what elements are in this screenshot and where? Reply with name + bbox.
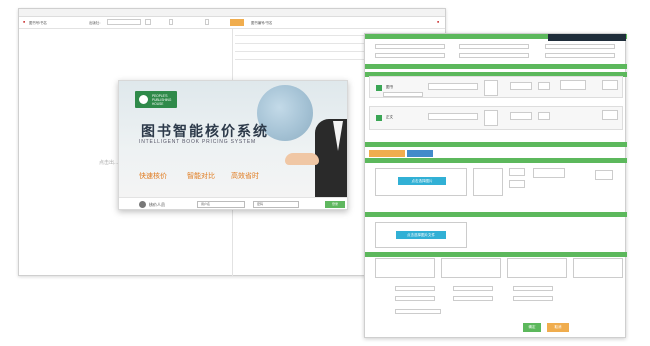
book-price-2[interactable] <box>602 110 618 120</box>
text-area-3[interactable] <box>507 258 567 278</box>
book-btn-2[interactable] <box>510 112 532 120</box>
section-bar-5 <box>365 212 627 217</box>
upload-button-2[interactable]: 点击选择图片文件 <box>396 231 446 239</box>
upload-button-1[interactable]: 点击选择图片 <box>398 177 446 185</box>
bottom-select[interactable] <box>395 309 441 314</box>
businessman-image <box>315 119 347 199</box>
username-field[interactable]: 用户名 <box>197 201 245 208</box>
option-3[interactable] <box>533 168 565 178</box>
logo-line-3: HOUSE <box>152 102 164 106</box>
section-bar-1 <box>365 64 627 69</box>
book-btn-1[interactable] <box>510 82 532 90</box>
section-bar-6 <box>365 252 627 257</box>
tab-2[interactable] <box>407 150 433 157</box>
book-val-1[interactable] <box>538 82 550 90</box>
splash-hero: PEOPLE'S PUBLISHING HOUSE 图书智能核价系统 INTEL… <box>119 81 347 199</box>
hand-image <box>285 153 319 165</box>
qty-stepper-2[interactable] <box>484 110 498 126</box>
right-header: 图书编号/书名 <box>251 21 273 25</box>
toggle-box[interactable] <box>145 19 151 25</box>
bottom-field-4[interactable] <box>395 296 435 301</box>
text-area-1[interactable] <box>375 258 435 278</box>
front-dark-header <box>548 34 626 41</box>
book-val-2[interactable] <box>538 112 550 120</box>
upload-thumb <box>473 168 503 196</box>
status-label: 出版社： <box>89 21 103 25</box>
field-4[interactable] <box>375 53 445 58</box>
book-check-2[interactable] <box>376 115 382 121</box>
book-select-2[interactable] <box>428 113 478 120</box>
field-5[interactable] <box>459 53 529 58</box>
bottom-field-3[interactable] <box>513 286 553 291</box>
password-field[interactable]: 密码 <box>253 201 299 208</box>
book-sub-field-1[interactable] <box>383 92 423 97</box>
field-1[interactable] <box>375 44 445 49</box>
book-price-1[interactable] <box>602 80 618 90</box>
app-icon: ■ <box>23 20 26 24</box>
option-1[interactable] <box>509 168 525 176</box>
confirm-button[interactable]: 确定 <box>523 323 541 332</box>
left-hint: 点击出... <box>99 160 119 166</box>
back-window-titlebar <box>19 9 445 17</box>
book-check-1[interactable] <box>376 85 382 91</box>
tab-1[interactable] <box>369 150 405 157</box>
text-area-4[interactable] <box>573 258 623 278</box>
close-icon[interactable]: ■ <box>437 20 439 24</box>
field-3[interactable] <box>545 44 615 49</box>
checkbox-2[interactable] <box>205 19 209 25</box>
user-avatar-icon <box>139 201 146 208</box>
field-2[interactable] <box>459 44 529 49</box>
book-name-2: 正文 <box>386 115 393 119</box>
feature-1: 快速核价 <box>139 173 167 180</box>
login-button[interactable]: 登录 <box>325 201 345 208</box>
front-window: 图书 正文 点击选择图片 点击选择图片文件 确定 取消 <box>364 33 627 338</box>
book-desc-1[interactable] <box>560 80 586 90</box>
bottom-field-5[interactable] <box>453 296 493 301</box>
upload-area-1[interactable]: 点击选择图片 <box>375 168 467 196</box>
user-text: 核价人员 <box>149 202 165 207</box>
book-select-1[interactable] <box>428 83 478 90</box>
logo-emblem-icon <box>137 93 150 106</box>
splash-dialog: PEOPLE'S PUBLISHING HOUSE 图书智能核价系统 INTEL… <box>118 80 348 210</box>
back-toolbar: ■ 图书号/书名 出版社： 图书编号/书名 ■ <box>19 17 445 29</box>
bottom-field-1[interactable] <box>395 286 435 291</box>
upload-area-2[interactable]: 点击选择图片文件 <box>375 222 467 248</box>
search-label: 图书号/书名 <box>29 21 47 25</box>
checkbox-1[interactable] <box>169 19 173 25</box>
app-title: 图书智能核价系统 <box>141 124 269 140</box>
book-row-2: 正文 <box>369 106 623 130</box>
feature-2: 智能对比 <box>187 173 215 180</box>
field-6[interactable] <box>545 53 615 58</box>
bottom-field-6[interactable] <box>513 296 553 301</box>
cancel-button[interactable]: 取消 <box>547 323 569 332</box>
app-subtitle: INTELLIGENT BOOK PRICING SYSTEM <box>139 139 256 145</box>
section-bar-4 <box>365 158 627 163</box>
option-2[interactable] <box>509 180 525 188</box>
text-area-2[interactable] <box>441 258 501 278</box>
query-button[interactable] <box>230 19 244 26</box>
bottom-field-2[interactable] <box>453 286 493 291</box>
section-bar-3 <box>365 142 627 147</box>
publisher-select[interactable] <box>107 19 141 25</box>
publisher-logo: PEOPLE'S PUBLISHING HOUSE <box>135 91 177 108</box>
option-4[interactable] <box>595 170 613 180</box>
login-bar: 核价人员 用户名 密码 登录 <box>119 197 347 209</box>
qty-stepper-1[interactable] <box>484 80 498 96</box>
feature-3: 高效省时 <box>231 173 259 180</box>
book-name-1: 图书 <box>386 85 393 89</box>
